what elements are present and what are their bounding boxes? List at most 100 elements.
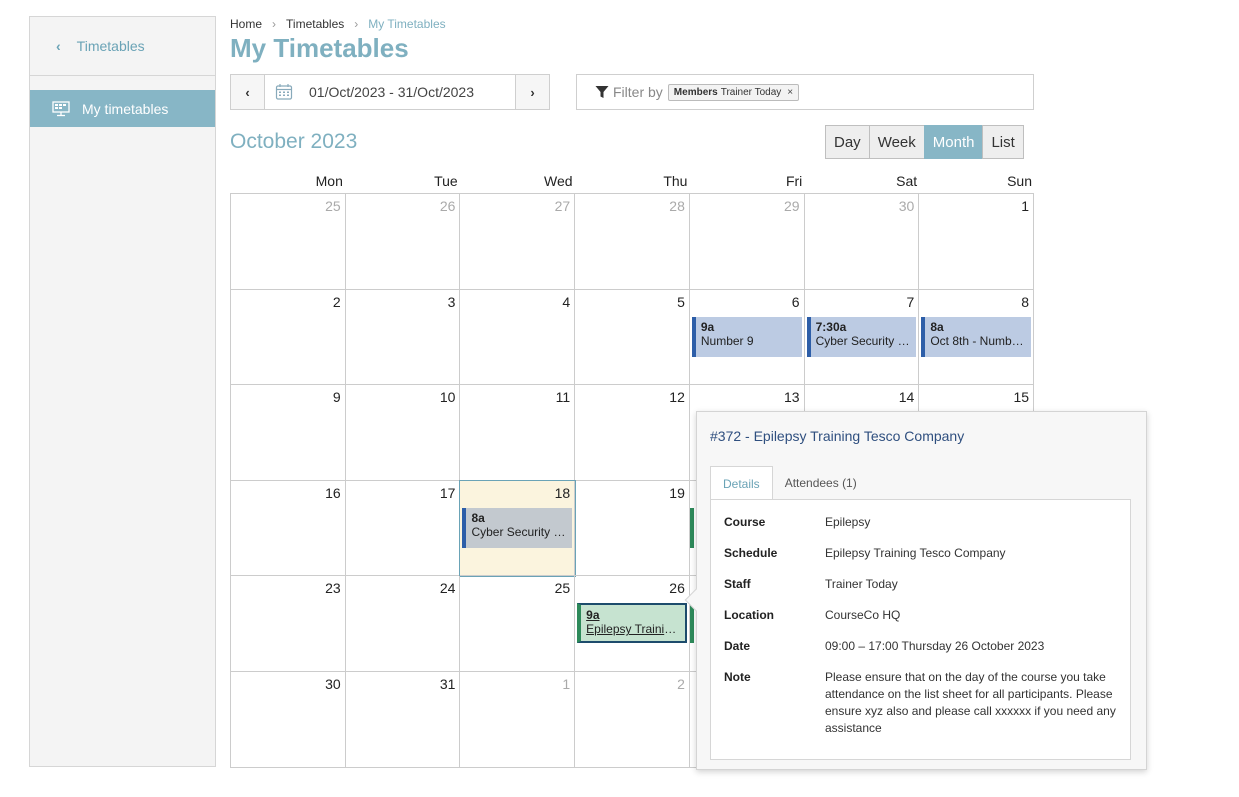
calendar-day[interactable]: 11	[460, 385, 576, 481]
popover-tabs: Details Attendees (1)	[710, 466, 869, 500]
calendar-day[interactable]: 5	[575, 289, 690, 386]
event-time: 9a	[700, 319, 715, 334]
filter-label: Filter by	[613, 84, 663, 100]
calendar-day[interactable]: 19	[575, 480, 690, 577]
detail-value: Please ensure that on the day of the cou…	[825, 670, 1116, 735]
breadcrumb-home[interactable]: Home	[230, 17, 262, 31]
day-number: 9	[332, 389, 341, 406]
calendar-day-today[interactable]: 18 8a Cyber Security - ...	[459, 479, 577, 578]
calendar-day[interactable]: 3	[345, 289, 461, 386]
calendar-day[interactable]: 4	[460, 289, 576, 386]
calendar-day[interactable]: 25	[460, 576, 576, 672]
calendar-day[interactable]: 2	[575, 671, 690, 768]
sidebar-item-my-timetables[interactable]: My timetables	[30, 90, 215, 127]
event-title: Number 9	[700, 333, 754, 348]
calendar-day[interactable]: 30	[804, 194, 920, 290]
calendar-icon	[275, 84, 293, 100]
weekday-label: Sun	[1007, 173, 1033, 189]
breadcrumb-timetables[interactable]: Timetables	[286, 17, 344, 31]
detail-label: Note	[724, 670, 751, 684]
detail-label: Course	[724, 515, 766, 529]
calendar-event[interactable]: 8a Oct 8th - Numbe...	[921, 316, 1032, 357]
calendar-day[interactable]: 17	[345, 480, 461, 577]
detail-value: Trainer Today	[825, 577, 898, 591]
day-number: 13	[784, 389, 800, 406]
calendar-day[interactable]: 27	[460, 194, 576, 290]
prev-button[interactable]: ‹	[230, 74, 265, 110]
day-number: 16	[325, 484, 341, 501]
calendar-day[interactable]: 31	[345, 671, 461, 768]
calendar-day[interactable]: 1	[460, 671, 576, 768]
calendar-day[interactable]: 1	[919, 194, 1035, 290]
day-number: 18	[554, 484, 571, 501]
close-icon[interactable]: ×	[787, 87, 793, 98]
date-range-input[interactable]: 01/Oct/2023 - 31/Oct/2023	[265, 74, 515, 110]
day-number: 2	[677, 675, 685, 692]
calendar-day[interactable]: 28	[575, 194, 690, 290]
day-number: 31	[439, 675, 456, 692]
event-time: 8a	[930, 319, 944, 334]
view-list-button[interactable]: List	[982, 125, 1024, 159]
day-number: 2	[332, 293, 341, 310]
sidebar-item-label: My timetables	[82, 100, 169, 117]
breadcrumb-separator-icon: ›	[272, 17, 277, 31]
weekday-label: Thu	[663, 173, 688, 189]
calendar-day[interactable]: 30	[231, 671, 346, 768]
calendar-event[interactable]: 8a Cyber Security - ...	[462, 507, 573, 548]
calendar-day[interactable]: 10	[345, 385, 461, 481]
sidebar: ‹ Timetables My timetables	[29, 16, 216, 767]
popover-details: Course Epilepsy Schedule Epilepsy Training…	[710, 499, 1131, 760]
day-number: 1	[562, 675, 571, 692]
day-number: 4	[562, 293, 571, 310]
calendar-event[interactable]: 9a Number 9	[691, 316, 802, 357]
calendar-day[interactable]: 6 9a Number 9	[689, 289, 805, 386]
day-number: 19	[669, 484, 685, 501]
day-number: 12	[669, 389, 685, 406]
date-navigator: ‹ 01/Oct/2023 - 31/Oct/2023 ›	[230, 74, 550, 110]
view-week-button[interactable]: Week	[868, 125, 925, 159]
detail-label: Schedule	[724, 546, 778, 560]
detail-label: Location	[724, 608, 774, 622]
day-number: 15	[1013, 389, 1030, 406]
popover-title: #372 - Epilepsy Training Tesco Company	[710, 428, 965, 444]
calendar-day[interactable]: 7 7:30a Cyber Security - ...	[804, 289, 920, 386]
calendar-day[interactable]: 12	[575, 385, 690, 481]
sidebar-back-label: Timetables	[76, 38, 145, 54]
weekday-label: Fri	[785, 173, 803, 189]
calendar-event-selected[interactable]: 9a Epilepsy Trainin...	[577, 603, 687, 644]
calendar-day[interactable]: 26	[345, 194, 461, 290]
calendar-day[interactable]: 24	[345, 576, 461, 672]
next-button[interactable]: ›	[515, 74, 550, 110]
calendar-event-edge[interactable]	[689, 507, 694, 548]
detail-row: Staff Trainer Today	[724, 576, 1117, 593]
chevron-left-icon: ‹	[245, 84, 250, 100]
filter-input[interactable]: Filter by Members Trainer Today ×	[576, 74, 1034, 110]
calendar-day[interactable]: 2	[231, 289, 346, 386]
detail-row: Note Please ensure that on the day of the…	[724, 669, 1117, 737]
calendar-day[interactable]: 8 8a Oct 8th - Numbe...	[919, 289, 1035, 386]
weekday-label: Wed	[544, 173, 573, 189]
sidebar-back-link[interactable]: ‹ Timetables	[30, 17, 215, 76]
calendar-day[interactable]: 26 9a Epilepsy Trainin...	[575, 576, 690, 672]
calendar-day[interactable]: 23	[231, 576, 346, 672]
calendar-day[interactable]: 25	[231, 194, 346, 290]
tab-attendees[interactable]: Attendees (1)	[773, 466, 869, 500]
day-number: 29	[784, 198, 800, 214]
day-number: 10	[439, 389, 456, 406]
detail-value: 09:00 – 17:00 Thursday 26 October 2023	[825, 639, 1045, 653]
day-number: 1	[1021, 198, 1030, 214]
day-number: 25	[325, 198, 341, 214]
calendar-day[interactable]: 16	[231, 480, 346, 577]
event-title: Cyber Security - ...	[815, 333, 912, 348]
day-number: 23	[325, 580, 341, 597]
day-number: 5	[677, 293, 685, 310]
day-number: 26	[439, 198, 456, 214]
calendar-event[interactable]: 7:30a Cyber Security - ...	[806, 316, 917, 357]
calendar-day[interactable]: 9	[231, 385, 346, 481]
view-day-button[interactable]: Day	[825, 125, 870, 159]
calendar-day[interactable]: 29	[689, 194, 805, 290]
tab-details[interactable]: Details	[710, 466, 773, 500]
day-number: 30	[325, 675, 341, 692]
view-month-button[interactable]: Month	[923, 125, 984, 159]
event-time: 9a	[586, 608, 600, 623]
